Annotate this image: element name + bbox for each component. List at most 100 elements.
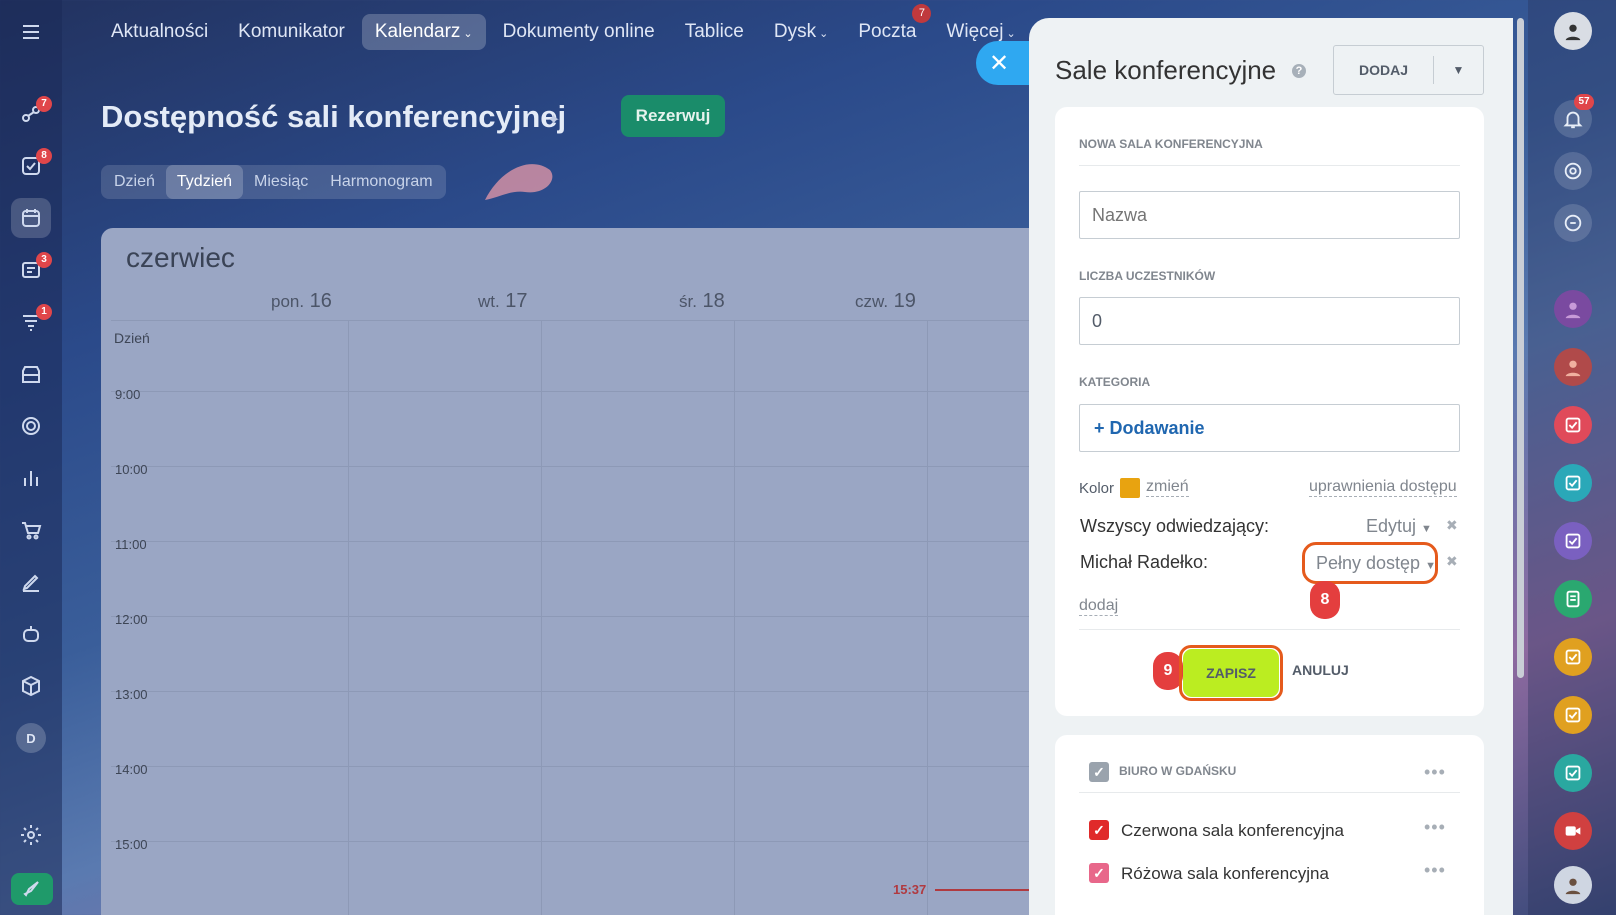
store-icon[interactable]	[11, 354, 51, 394]
analytics-icon[interactable]	[11, 458, 51, 498]
permission-level: Edytuj	[1366, 516, 1417, 536]
day-number: 16	[309, 290, 332, 312]
time-grid[interactable]	[111, 320, 1036, 915]
room-checkbox[interactable]: ✓	[1089, 863, 1109, 883]
crm-badge: 1	[36, 304, 52, 320]
reserve-button[interactable]: Rezerwuj	[621, 95, 725, 137]
allday-label: Dzień	[114, 330, 150, 346]
hour-label: 10:00	[115, 462, 148, 477]
tab-week[interactable]: Tydzień	[165, 165, 244, 199]
participants-label: LICZBA UCZESTNIKÓW	[1079, 269, 1216, 283]
nav-item-boards[interactable]: Tablice	[672, 14, 757, 50]
room-label: Różowa sala konferencyjna	[1121, 864, 1329, 883]
contact-avatar[interactable]	[1554, 866, 1592, 904]
nav-item-messenger[interactable]: Komunikator	[225, 14, 358, 50]
menu-icon[interactable]	[11, 12, 51, 52]
nav-item-calendar[interactable]: Kalendarz ⌄	[361, 14, 486, 50]
category-label: KATEGORIA	[1079, 375, 1151, 389]
rocket-icon[interactable]	[11, 873, 53, 905]
tab-month[interactable]: Miesiąc	[243, 165, 319, 199]
sites-icon[interactable]: 7	[11, 94, 52, 134]
settings-icon[interactable]	[11, 815, 51, 855]
day-name: śr.	[679, 292, 697, 311]
copilot-icon[interactable]	[1554, 152, 1592, 190]
add-category-button[interactable]: + Dodawanie	[1079, 404, 1460, 452]
feed-icon[interactable]: 3	[11, 250, 52, 290]
room-checkbox[interactable]: ✓	[1089, 820, 1109, 840]
more-icon[interactable]: •••	[1424, 817, 1446, 838]
contact-avatar[interactable]	[1554, 348, 1592, 386]
day-name: wt.	[478, 292, 500, 311]
sign-icon[interactable]	[11, 562, 51, 602]
task-chat-icon[interactable]	[1554, 406, 1592, 444]
day-name: pon.	[271, 292, 305, 311]
calendar-icon[interactable]	[11, 198, 51, 238]
task-chat-icon[interactable]	[1554, 754, 1592, 792]
close-icon: ✕	[989, 49, 1010, 77]
nav-item-drive[interactable]: Dysk ⌄	[761, 14, 841, 50]
video-call-icon[interactable]	[1554, 812, 1592, 850]
cart-icon[interactable]	[11, 510, 51, 550]
participants-input[interactable]	[1079, 297, 1460, 345]
more-icon[interactable]: •••	[1424, 860, 1446, 881]
document-chat-icon[interactable]	[1554, 580, 1592, 618]
contact-avatar[interactable]	[1554, 290, 1592, 328]
divider	[1079, 792, 1460, 793]
permission-level-select[interactable]: Edytuj ▼	[1366, 516, 1432, 537]
target-icon[interactable]	[11, 406, 51, 446]
scrollbar[interactable]	[1517, 18, 1524, 678]
add-button-label[interactable]: DODAJ	[1334, 56, 1434, 84]
more-icon[interactable]: •••	[1424, 762, 1446, 783]
tab-day[interactable]: Dzień	[103, 165, 166, 199]
nav-item-news[interactable]: Aktualności	[98, 14, 221, 50]
group-checkbox[interactable]: ✓	[1089, 762, 1109, 782]
chevron-down-icon[interactable]: ▼	[1434, 46, 1483, 94]
day-header[interactable]: śr. 18	[679, 290, 725, 313]
hour-label: 15:00	[115, 837, 148, 852]
task-chat-icon[interactable]	[1554, 696, 1592, 734]
box-icon[interactable]	[11, 666, 51, 706]
cancel-button[interactable]: ANULUJ	[1292, 662, 1349, 678]
room-label: Czerwona sala konferencyjna	[1121, 821, 1345, 840]
chevron-down-icon: ⌄	[463, 28, 473, 40]
tab-schedule[interactable]: Harmonogram	[319, 165, 443, 199]
close-panel-button[interactable]: ✕	[976, 41, 1032, 85]
help-icon[interactable]: ?	[1292, 64, 1306, 78]
day-header[interactable]: czw. 19	[855, 290, 916, 313]
pin-icon[interactable]: ✦	[547, 110, 560, 130]
add-button[interactable]: DODAJ ▼	[1333, 45, 1484, 95]
nav-label: Poczta	[858, 21, 917, 42]
remove-permission-icon[interactable]: ✖	[1446, 553, 1458, 570]
bell-icon[interactable]: 57	[1554, 94, 1594, 138]
nav-label: Tablice	[684, 21, 744, 42]
remove-permission-icon[interactable]: ✖	[1446, 517, 1458, 534]
avatar[interactable]: D	[11, 718, 51, 758]
day-header[interactable]: wt. 17	[478, 290, 528, 313]
search-chat-icon[interactable]	[1554, 204, 1592, 242]
nav-item-docs[interactable]: Dokumenty online	[490, 14, 668, 50]
nav-item-mail[interactable]: Poczta 7	[845, 4, 932, 50]
color-label: Kolor	[1079, 480, 1115, 497]
hour-label: 11:00	[115, 537, 147, 552]
mail-badge: 7	[912, 4, 932, 23]
user-avatar[interactable]	[1554, 12, 1592, 50]
crm-icon[interactable]: 1	[11, 302, 52, 342]
current-time-label: 15:37	[893, 882, 927, 897]
add-permission-link[interactable]: dodaj	[1079, 597, 1119, 616]
task-chat-icon[interactable]	[1554, 638, 1592, 676]
hour-label: 13:00	[115, 687, 148, 702]
tasks-icon[interactable]: 8	[11, 146, 52, 186]
access-permissions-link[interactable]: uprawnienia dostępu	[1309, 478, 1457, 497]
chevron-down-icon: ⌄	[819, 28, 829, 40]
color-swatch[interactable]	[1120, 478, 1140, 498]
day-header[interactable]: pon. 16	[271, 290, 332, 313]
task-chat-icon[interactable]	[1554, 464, 1592, 502]
hour-label: 12:00	[115, 612, 148, 627]
change-color-link[interactable]: zmień	[1146, 478, 1189, 497]
nav-label: Komunikator	[238, 21, 345, 42]
room-name-input[interactable]	[1079, 191, 1460, 239]
save-button[interactable]: ZAPISZ	[1183, 649, 1279, 697]
avatar-letter: D	[16, 723, 46, 753]
robot-icon[interactable]	[11, 614, 51, 654]
task-chat-icon[interactable]	[1554, 522, 1592, 560]
